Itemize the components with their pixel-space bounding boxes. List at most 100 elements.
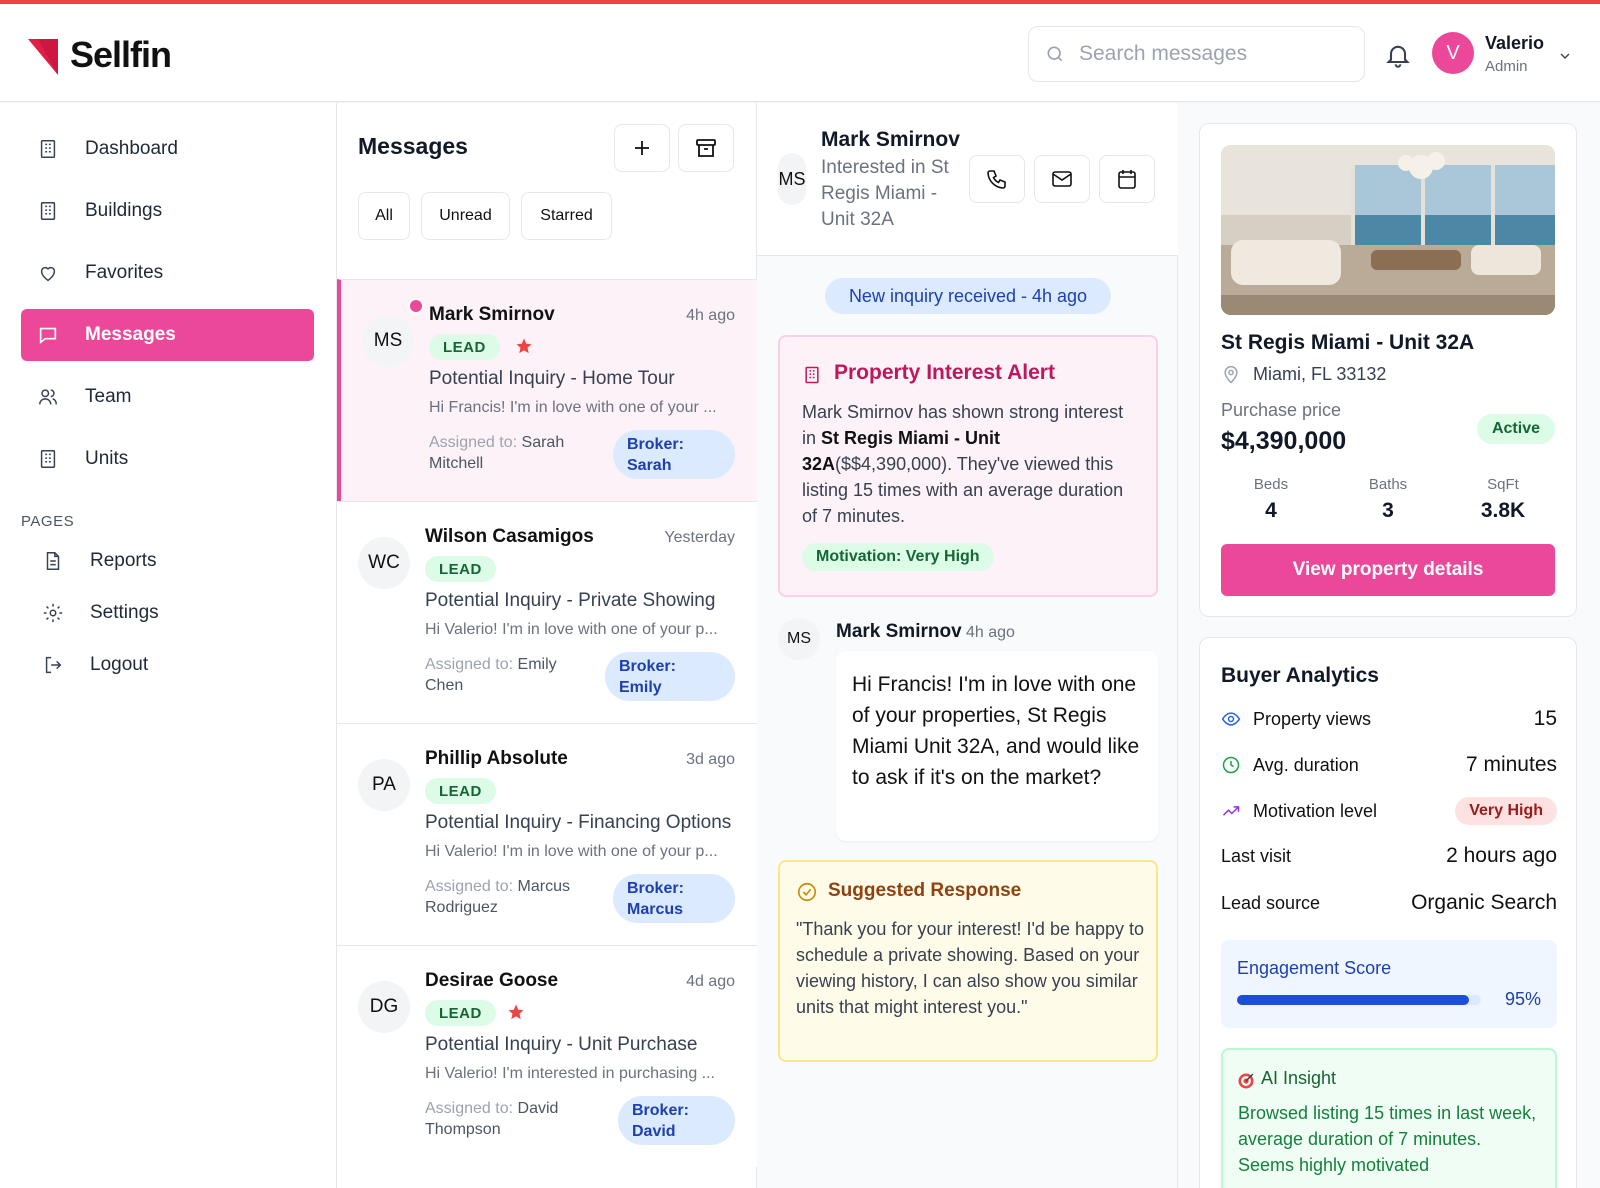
- broker-label: Broker:: [619, 658, 676, 675]
- analytics-row-views: Property views 15: [1221, 704, 1557, 734]
- stat-baths: Baths 3: [1333, 476, 1443, 523]
- alert-body: Mark Smirnov has shown strong interest i…: [802, 399, 1142, 529]
- search-box[interactable]: [1028, 26, 1365, 82]
- avatar: MS: [778, 153, 806, 205]
- star-icon[interactable]: [507, 1003, 525, 1021]
- sidebar-item-buildings[interactable]: Buildings: [21, 185, 314, 237]
- map-pin-icon: [1224, 365, 1238, 384]
- sidebar-item-label: Team: [85, 386, 132, 407]
- conversation-time: Yesterday: [664, 529, 735, 546]
- assigned-label: Assigned to:: [429, 434, 518, 451]
- conversation-time: 3d ago: [686, 751, 735, 768]
- conversation-item[interactable]: MS Mark Smirnov 4h ago LEAD Potential In…: [337, 279, 757, 501]
- email-button[interactable]: [1034, 155, 1090, 203]
- conversation-subject: Potential Inquiry - Financing Options: [425, 812, 732, 833]
- stat-label: Beds: [1253, 476, 1289, 493]
- schedule-button[interactable]: [1099, 155, 1155, 203]
- status-badge: Active: [1476, 414, 1555, 444]
- engagement-progress-track: [1237, 995, 1481, 1005]
- conversation-name: Desirae Goose: [425, 970, 559, 991]
- logo-mark-icon: [28, 39, 58, 75]
- broker-label: Broker:: [632, 1102, 689, 1119]
- filter-all-button[interactable]: All: [358, 192, 410, 240]
- property-card: St Regis Miami - Unit 32A Miami, FL 3313…: [1199, 123, 1577, 617]
- property-photo-icon: [1221, 145, 1555, 315]
- sidebar-item-label: Reports: [90, 550, 157, 571]
- sidebar-item-favorites[interactable]: Favorites: [21, 247, 314, 299]
- sidebar-item-units[interactable]: Units: [21, 433, 314, 485]
- conversation-item[interactable]: WC Wilson Casamigos Yesterday LEAD Poten…: [337, 501, 757, 723]
- details-panel: St Regis Miami - Unit 32A Miami, FL 3313…: [1178, 103, 1600, 1188]
- star-icon[interactable]: [515, 337, 533, 355]
- stat-value: 3.8K: [1480, 499, 1526, 522]
- conversation-preview: Hi Valerio! I'm in love with one of your…: [425, 843, 718, 860]
- avatar: WC: [358, 537, 410, 589]
- sidebar-item-reports[interactable]: Reports: [21, 539, 314, 583]
- file-icon: [46, 552, 60, 570]
- chevron-down-icon[interactable]: [1557, 48, 1573, 64]
- assigned-label: Assigned to:: [425, 878, 514, 895]
- assigned-label: Assigned to:: [425, 1100, 514, 1117]
- sidebar-item-settings[interactable]: Settings: [21, 591, 314, 635]
- sidebar-item-label: Units: [85, 448, 129, 469]
- motivation-badge: Motivation: Very High: [802, 543, 994, 571]
- user-avatar[interactable]: V: [1432, 32, 1474, 74]
- logo[interactable]: Sellfin: [28, 34, 172, 76]
- broker-badge: Broker: Sarah: [613, 430, 735, 479]
- analytics-value: 7 minutes: [1465, 753, 1557, 776]
- broker-name: Marcus: [627, 901, 684, 918]
- sidebar-item-dashboard[interactable]: Dashboard: [21, 123, 314, 175]
- event-badge: New inquiry received - 4h ago: [825, 278, 1111, 314]
- conversation-item[interactable]: PA Phillip Absolute 3d ago LEAD Potentia…: [337, 723, 757, 945]
- bell-icon[interactable]: [1384, 40, 1412, 70]
- stat-sqft: SqFt 3.8K: [1448, 476, 1558, 523]
- plus-icon: [635, 141, 649, 155]
- target-icon: [1238, 1073, 1254, 1089]
- stat-value: 4: [1265, 499, 1277, 522]
- assigned-label: Assigned to:: [425, 656, 514, 673]
- chat-header: MS Mark Smirnov Interested in St Regis M…: [757, 103, 1178, 256]
- gear-icon: [43, 603, 63, 623]
- message-time: 4h ago: [966, 624, 1015, 641]
- trending-up-icon: [1222, 806, 1240, 816]
- user-role: Admin: [1485, 58, 1528, 75]
- conversation-item[interactable]: DG Desirae Goose 4d ago LEAD Potential I…: [337, 945, 757, 1167]
- stat-beds: Beds 4: [1216, 476, 1326, 523]
- logout-icon: [45, 656, 62, 674]
- alert-title: Property Interest Alert: [834, 361, 1055, 384]
- pages-section-label: PAGES: [21, 513, 75, 530]
- archive-button[interactable]: [678, 124, 734, 172]
- conversation-name: Wilson Casamigos: [425, 526, 594, 547]
- suggested-response-text: "Thank you for your interest! I'd be hap…: [796, 919, 1145, 1017]
- call-button[interactable]: [969, 155, 1025, 203]
- price-label: Purchase price: [1221, 400, 1342, 420]
- analytics-label: Lead source: [1221, 892, 1321, 913]
- filter-unread-button[interactable]: Unread: [421, 192, 510, 240]
- sidebar-item-logout[interactable]: Logout: [21, 643, 314, 687]
- new-message-button[interactable]: [614, 124, 670, 172]
- building-icon: [40, 140, 56, 158]
- search-input[interactable]: [1079, 42, 1339, 66]
- conversation-preview: Hi Valerio! I'm in love with one of your…: [425, 621, 718, 638]
- heart-icon: [40, 266, 56, 282]
- analytics-row-motivation: Motivation level Very High: [1221, 796, 1557, 826]
- message-bubble: Hi Francis! I'm in love with one of your…: [836, 651, 1158, 841]
- analytics-value: 15: [1533, 707, 1557, 730]
- messages-title: Messages: [358, 133, 468, 159]
- conversation-subject: Potential Inquiry - Home Tour: [429, 368, 675, 389]
- sidebar-item-team[interactable]: Team: [21, 371, 314, 423]
- analytics-label: Property views: [1253, 708, 1372, 729]
- lead-badge: LEAD: [425, 1000, 496, 1026]
- analytics-label: Avg. duration: [1253, 754, 1359, 775]
- property-title: St Regis Miami - Unit 32A: [1221, 331, 1475, 354]
- stat-label: SqFt: [1487, 476, 1519, 493]
- filter-starred-button[interactable]: Starred: [521, 192, 612, 240]
- user-name[interactable]: Valerio: [1485, 33, 1544, 54]
- suggested-response[interactable]: Suggested Response "Thank you for your i…: [778, 860, 1158, 1062]
- building-icon: [805, 366, 819, 384]
- buyer-analytics-card: Buyer Analytics Property views 15 Avg. d…: [1199, 637, 1577, 1188]
- sidebar-item-label: Dashboard: [85, 138, 178, 159]
- sidebar-item-label: Logout: [90, 654, 149, 675]
- view-property-details-button[interactable]: View property details: [1221, 544, 1555, 596]
- sidebar-item-messages[interactable]: Messages: [21, 309, 314, 361]
